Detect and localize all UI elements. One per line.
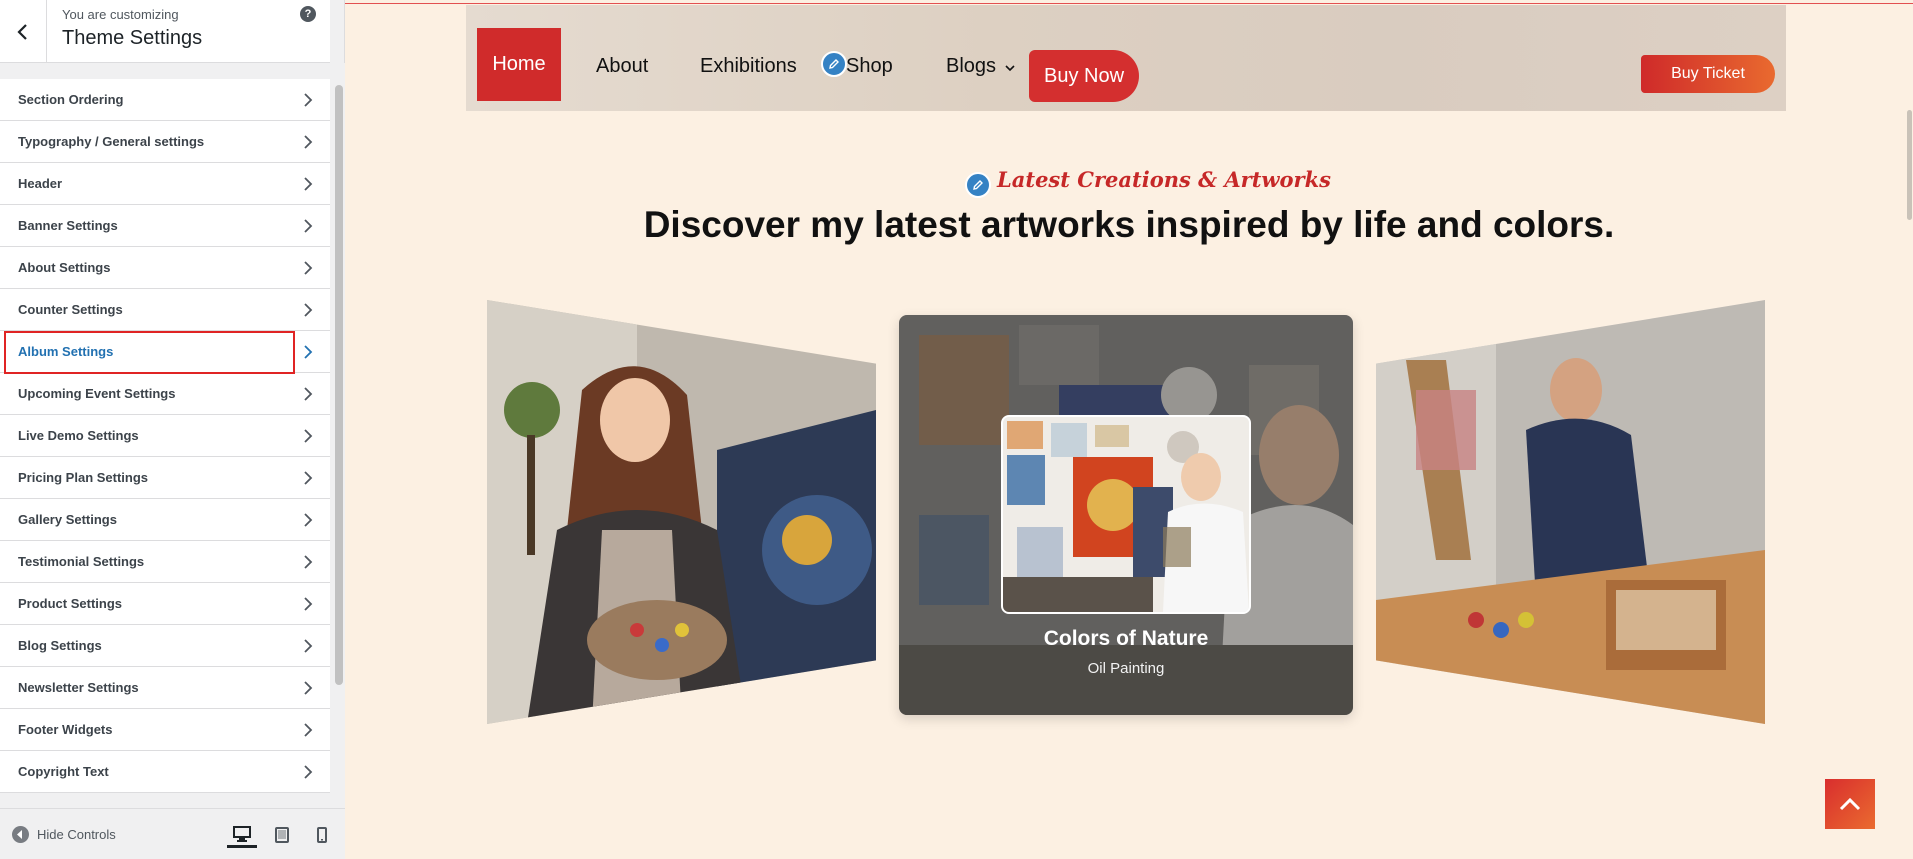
section-item[interactable]: Album Settings	[0, 331, 330, 373]
section-item[interactable]: Upcoming Event Settings	[0, 373, 330, 415]
album-card-title: Colors of Nature	[1043, 627, 1209, 650]
chevron-right-icon	[304, 387, 313, 401]
nav-home-link[interactable]: Home	[477, 28, 561, 101]
chevron-left-icon	[17, 23, 27, 40]
section-eyebrow: Latest Creations & Artworks	[997, 167, 1331, 192]
tablet-icon	[275, 827, 289, 843]
section-item[interactable]: Pricing Plan Settings	[0, 457, 330, 499]
preview-mobile-button[interactable]	[307, 822, 337, 848]
chevron-right-icon	[304, 639, 313, 653]
section-item[interactable]: Product Settings	[0, 583, 330, 625]
panel-title: Theme Settings	[62, 27, 203, 49]
chevron-right-icon	[304, 681, 313, 695]
chevron-right-icon	[304, 765, 313, 779]
section-item-label: Counter Settings	[18, 302, 123, 317]
chevron-right-icon	[304, 93, 313, 107]
hide-controls-label: Hide Controls	[37, 827, 116, 842]
section-item-label: Typography / General settings	[18, 134, 205, 149]
nav-blogs-link[interactable]: Blogs	[946, 55, 1015, 78]
chevron-right-icon	[304, 555, 313, 569]
mobile-icon	[317, 827, 327, 843]
section-heading: Discover my latest artworks inspired by …	[643, 204, 1615, 245]
section-item-label: Blog Settings	[18, 638, 102, 653]
desktop-icon	[233, 825, 251, 842]
section-item-label: Testimonial Settings	[18, 554, 145, 569]
chevron-right-icon	[304, 723, 313, 737]
section-item-label: Newsletter Settings	[18, 680, 139, 695]
nav-exhibitions-link[interactable]: Exhibitions	[700, 55, 797, 78]
scroll-to-top-button[interactable]	[1825, 779, 1875, 829]
chevron-right-icon	[304, 303, 313, 317]
section-item[interactable]: Live Demo Settings	[0, 415, 330, 457]
section-item-label: Live Demo Settings	[18, 428, 139, 443]
artist-photo-right	[1376, 300, 1765, 724]
section-item-label: Footer Widgets	[18, 722, 113, 737]
chevron-right-icon	[304, 177, 313, 191]
section-item[interactable]: Newsletter Settings	[0, 667, 330, 709]
artist-photo-left	[487, 300, 876, 724]
site-preview: Home About Exhibitions Shop Blogs Buy No…	[345, 0, 1913, 859]
section-item[interactable]: Testimonial Settings	[0, 541, 330, 583]
section-item-label: Section Ordering	[18, 92, 124, 107]
section-item-label: About Settings	[18, 260, 111, 275]
chevron-right-icon	[304, 513, 313, 527]
section-item[interactable]: Banner Settings	[0, 205, 330, 247]
section-item[interactable]: Copyright Text	[0, 751, 330, 793]
chevron-right-icon	[304, 345, 313, 359]
site-navbar: Home About Exhibitions Shop Blogs Buy No…	[466, 5, 1786, 111]
edit-shortcut-icon[interactable]	[821, 51, 847, 77]
section-item[interactable]: About Settings	[0, 247, 330, 289]
customizing-label: You are customizing	[62, 7, 179, 22]
album-card-left[interactable]	[487, 300, 876, 724]
buy-now-button[interactable]: Buy Now	[1029, 50, 1139, 102]
preview-tablet-button[interactable]	[267, 822, 297, 848]
chevron-right-icon	[304, 261, 313, 275]
album-card-subtitle: Oil Painting	[1087, 660, 1165, 677]
sidebar-scrollbar-thumb[interactable]	[335, 85, 343, 685]
album-thumbnail[interactable]	[1001, 415, 1251, 614]
section-item[interactable]: Blog Settings	[0, 625, 330, 667]
customizer-header: You are customizing Theme Settings ?	[0, 0, 330, 63]
collapse-icon	[12, 826, 29, 843]
section-item-label: Banner Settings	[18, 218, 118, 233]
back-button[interactable]	[0, 0, 47, 63]
buy-ticket-button[interactable]: Buy Ticket	[1641, 55, 1775, 93]
preview-scrollbar[interactable]	[1906, 0, 1913, 859]
nav-about-link[interactable]: About	[596, 55, 648, 78]
preview-desktop-button[interactable]	[227, 822, 257, 848]
section-item[interactable]: Gallery Settings	[0, 499, 330, 541]
section-item[interactable]: Section Ordering	[0, 79, 330, 121]
chevron-right-icon	[304, 429, 313, 443]
chevron-up-icon	[1839, 797, 1861, 811]
section-item-label: Album Settings	[18, 344, 114, 359]
artwork-thumbnail-image	[1003, 417, 1249, 612]
customizer-footer: Hide Controls	[0, 808, 345, 859]
customizer-sidebar: You are customizing Theme Settings ? Sec…	[0, 0, 345, 859]
section-item-label: Pricing Plan Settings	[18, 470, 149, 485]
section-list: Section Ordering Typography / General set…	[0, 79, 330, 808]
nav-shop-link[interactable]: Shop	[846, 55, 893, 78]
counter-strip-edge	[345, 0, 1913, 4]
section-item[interactable]: Header	[0, 163, 330, 205]
hide-controls-button[interactable]: Hide Controls	[12, 826, 116, 843]
nav-blogs-label: Blogs	[946, 55, 997, 77]
section-item-label: Product Settings	[18, 596, 123, 611]
section-item-label: Gallery Settings	[18, 512, 117, 527]
section-item-label: Header	[18, 176, 63, 191]
sidebar-scrollbar[interactable]	[333, 63, 345, 808]
section-item-label: Copyright Text	[18, 764, 109, 779]
section-item-label: Upcoming Event Settings	[18, 386, 176, 401]
chevron-down-icon	[1005, 65, 1015, 72]
help-icon[interactable]: ?	[300, 6, 316, 22]
section-item[interactable]: Typography / General settings	[0, 121, 330, 163]
section-item[interactable]: Footer Widgets	[0, 709, 330, 751]
chevron-right-icon	[304, 471, 313, 485]
preview-scrollbar-thumb[interactable]	[1907, 110, 1912, 220]
chevron-right-icon	[304, 219, 313, 233]
chevron-right-icon	[304, 135, 313, 149]
edit-shortcut-icon[interactable]	[965, 172, 991, 198]
chevron-right-icon	[304, 597, 313, 611]
album-card-right[interactable]	[1376, 300, 1765, 724]
section-item[interactable]: Counter Settings	[0, 289, 330, 331]
